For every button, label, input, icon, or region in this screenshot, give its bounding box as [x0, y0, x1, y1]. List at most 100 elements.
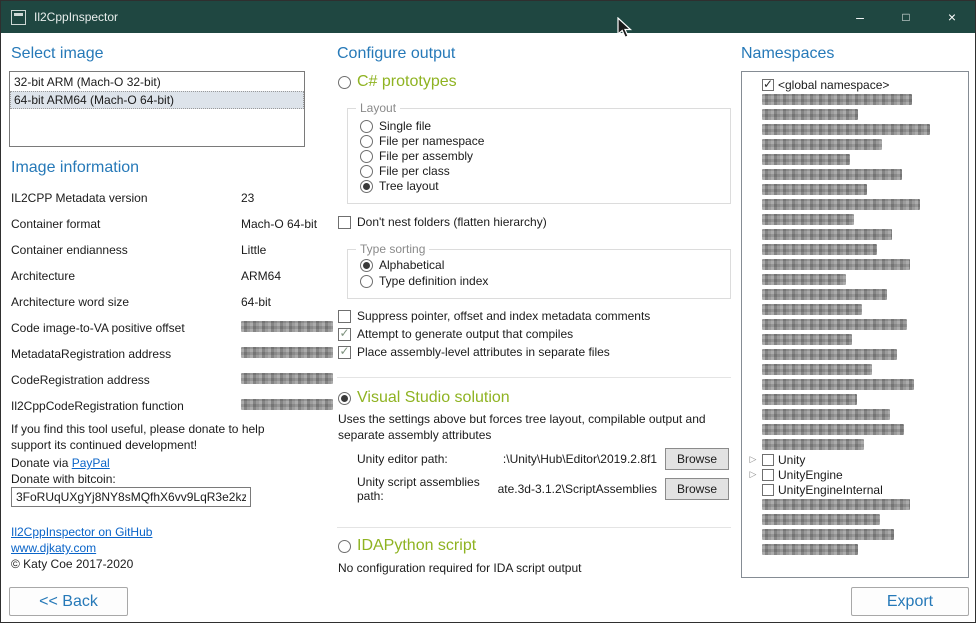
radio-label[interactable]: Type definition index	[379, 274, 488, 288]
namespace-item-unityengineinternal[interactable]: UnityEngineInternal	[748, 482, 964, 497]
checkbox-label[interactable]: Attempt to generate output that compiles	[357, 327, 573, 341]
namespace-item-redacted[interactable]	[748, 92, 964, 107]
radio-file-per-namespace[interactable]: File per namespace	[360, 134, 484, 148]
radio-label[interactable]: Alphabetical	[379, 258, 444, 272]
close-button[interactable]: ×	[929, 1, 975, 33]
namespace-item-redacted[interactable]	[748, 362, 964, 377]
namespace-item-redacted[interactable]	[748, 437, 964, 452]
radio-alphabetical[interactable]: Alphabetical	[360, 258, 444, 272]
maximize-button[interactable]: □	[883, 1, 929, 33]
expander-icon[interactable]: ▷	[748, 455, 758, 464]
radio-label[interactable]: IDAPython script	[357, 537, 476, 555]
radio-icon[interactable]	[360, 120, 373, 133]
namespace-item-redacted[interactable]	[748, 317, 964, 332]
github-link[interactable]: Il2CppInspector on GitHub	[11, 525, 152, 539]
list-item-image-64bit[interactable]: 64-bit ARM64 (Mach-O 64-bit)	[10, 91, 304, 109]
radio-icon[interactable]	[338, 392, 351, 405]
radio-label[interactable]: C# prototypes	[357, 73, 457, 91]
checkbox-flatten-hierarchy[interactable]: Don't nest folders (flatten hierarchy)	[338, 215, 547, 229]
checkbox-label[interactable]: Don't nest folders (flatten hierarchy)	[357, 215, 547, 229]
namespace-item-redacted[interactable]	[748, 272, 964, 287]
namespace-item-redacted[interactable]	[748, 497, 964, 512]
checkbox-icon[interactable]	[338, 328, 351, 341]
radio-type-definition-index[interactable]: Type definition index	[360, 274, 488, 288]
radio-label[interactable]: File per namespace	[379, 134, 484, 148]
radio-icon[interactable]	[360, 180, 373, 193]
namespace-item-redacted[interactable]	[748, 227, 964, 242]
radio-label[interactable]: Tree layout	[379, 179, 439, 193]
namespace-item-redacted[interactable]	[748, 527, 964, 542]
namespace-item-redacted[interactable]	[748, 377, 964, 392]
checkbox-icon[interactable]	[338, 216, 351, 229]
namespace-label[interactable]: UnityEngineInternal	[778, 483, 883, 497]
radio-label[interactable]: File per class	[379, 164, 450, 178]
radio-single-file[interactable]: Single file	[360, 119, 431, 133]
namespace-item-redacted[interactable]	[748, 212, 964, 227]
namespace-item-redacted[interactable]	[748, 302, 964, 317]
radio-label[interactable]: Single file	[379, 119, 431, 133]
namespace-item-redacted[interactable]	[748, 182, 964, 197]
namespace-item-redacted[interactable]	[748, 422, 964, 437]
bitcoin-address-input[interactable]	[11, 487, 251, 507]
namespace-item-redacted[interactable]	[748, 137, 964, 152]
radio-csharp-prototypes[interactable]: C# prototypes	[338, 73, 457, 91]
namespace-item-global[interactable]: <global namespace>	[748, 77, 964, 92]
browse-editor-path-button[interactable]: Browse	[665, 448, 729, 470]
checkbox-icon[interactable]	[762, 484, 774, 496]
checkbox-icon[interactable]	[762, 454, 774, 466]
namespace-label[interactable]: Unity	[778, 453, 805, 467]
namespace-item-redacted[interactable]	[748, 407, 964, 422]
checkbox-suppress-comments[interactable]: Suppress pointer, offset and index metad…	[338, 309, 650, 323]
namespace-item-redacted[interactable]	[748, 332, 964, 347]
radio-label[interactable]: File per assembly	[379, 149, 473, 163]
namespace-item-redacted[interactable]	[748, 542, 964, 557]
expander-icon[interactable]: ▷	[748, 470, 758, 479]
checkbox-icon[interactable]	[762, 79, 774, 91]
namespace-item-redacted[interactable]	[748, 107, 964, 122]
namespace-item-redacted[interactable]	[748, 122, 964, 137]
image-listbox[interactable]: 32-bit ARM (Mach-O 32-bit) 64-bit ARM64 …	[9, 71, 305, 147]
export-button[interactable]: Export	[851, 587, 969, 616]
browse-assemblies-path-button[interactable]: Browse	[665, 478, 729, 500]
paypal-link[interactable]: PayPal	[72, 456, 110, 470]
list-item-image-32bit[interactable]: 32-bit ARM (Mach-O 32-bit)	[10, 73, 304, 91]
namespace-item-redacted[interactable]	[748, 257, 964, 272]
checkbox-icon[interactable]	[762, 469, 774, 481]
namespace-item-redacted[interactable]	[748, 242, 964, 257]
checkbox-label[interactable]: Place assembly-level attributes in separ…	[357, 345, 610, 359]
namespace-label[interactable]: UnityEngine	[778, 468, 843, 482]
namespace-item-redacted[interactable]	[748, 197, 964, 212]
back-button[interactable]: << Back	[9, 587, 128, 616]
checkbox-separate-attribute-files[interactable]: Place assembly-level attributes in separ…	[338, 345, 610, 359]
minimize-button[interactable]: –	[837, 1, 883, 33]
radio-icon[interactable]	[360, 275, 373, 288]
checkbox-label[interactable]: Suppress pointer, offset and index metad…	[357, 309, 650, 323]
radio-icon[interactable]	[338, 540, 351, 553]
radio-file-per-class[interactable]: File per class	[360, 164, 450, 178]
namespace-item-unityengine[interactable]: ▷ UnityEngine	[748, 467, 964, 482]
radio-file-per-assembly[interactable]: File per assembly	[360, 149, 473, 163]
namespace-item-redacted[interactable]	[748, 152, 964, 167]
radio-icon[interactable]	[338, 76, 351, 89]
radio-icon[interactable]	[360, 259, 373, 272]
radio-visual-studio-solution[interactable]: Visual Studio solution	[338, 389, 510, 407]
radio-icon[interactable]	[360, 135, 373, 148]
checkbox-output-compiles[interactable]: Attempt to generate output that compiles	[338, 327, 573, 341]
radio-icon[interactable]	[360, 150, 373, 163]
radio-icon[interactable]	[360, 165, 373, 178]
checkbox-icon[interactable]	[338, 346, 351, 359]
radio-idapython-script[interactable]: IDAPython script	[338, 537, 476, 555]
radio-tree-layout[interactable]: Tree layout	[360, 179, 439, 193]
namespaces-tree[interactable]: <global namespace> ▷ Unity ▷	[741, 71, 969, 578]
namespace-item-redacted[interactable]	[748, 392, 964, 407]
namespace-item-unity[interactable]: ▷ Unity	[748, 452, 964, 467]
namespace-item-redacted[interactable]	[748, 347, 964, 362]
website-link[interactable]: www.djkaty.com	[11, 541, 96, 555]
redacted-text	[762, 199, 920, 210]
namespace-label[interactable]: <global namespace>	[778, 78, 889, 92]
namespace-item-redacted[interactable]	[748, 512, 964, 527]
radio-label[interactable]: Visual Studio solution	[357, 389, 510, 407]
namespace-item-redacted[interactable]	[748, 287, 964, 302]
namespace-item-redacted[interactable]	[748, 167, 964, 182]
checkbox-icon[interactable]	[338, 310, 351, 323]
